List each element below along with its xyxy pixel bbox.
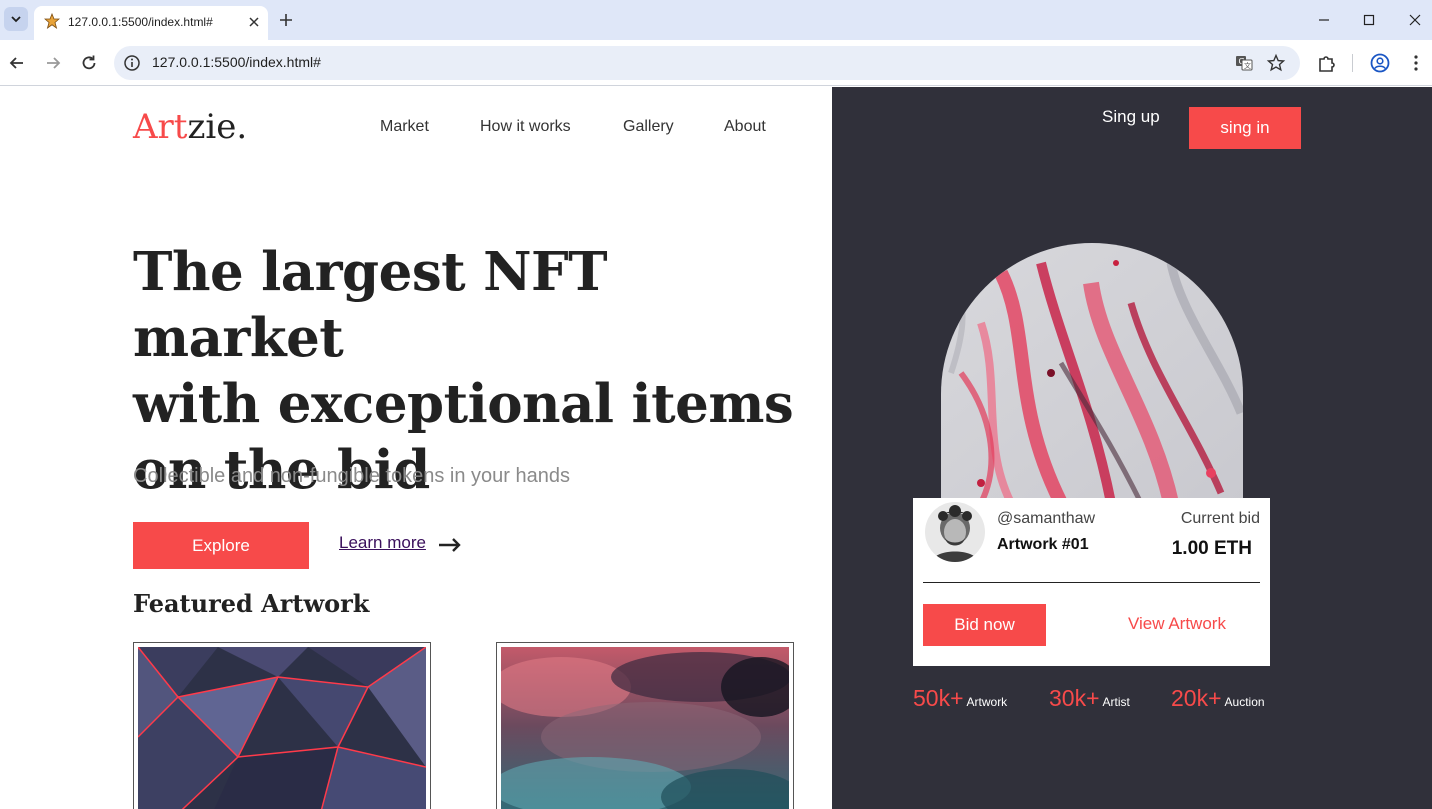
address-bar-row: 127.0.0.1:5500/index.html# G文: [0, 40, 1432, 86]
arrow-right-icon[interactable]: [437, 535, 463, 555]
hero-artwork-image: [941, 243, 1243, 503]
stat-label: Artwork: [966, 695, 1008, 709]
stat-label: Auction: [1224, 695, 1265, 709]
site-info-icon[interactable]: [122, 53, 142, 73]
bid-card-divider: [923, 582, 1260, 583]
bookmark-star-icon[interactable]: [1266, 53, 1286, 73]
hero-subtitle: Collectible and non-fungible tokens in y…: [133, 465, 570, 487]
bid-card-artwork-name: Artwork #01: [997, 536, 1089, 553]
toolbar-separator: [1352, 54, 1353, 72]
hero-title-line-1: The largest NFT market: [133, 241, 608, 369]
signin-button[interactable]: sing in: [1189, 107, 1301, 149]
left-section: Artzie. Market How it works Gallery Abou…: [0, 87, 832, 809]
translate-icon[interactable]: G文: [1234, 53, 1254, 73]
chevron-down-icon: [11, 16, 21, 23]
current-bid-value: 1.00 ETH: [1171, 538, 1252, 559]
stat-artist: 30k+ Artist: [1049, 685, 1130, 712]
plus-icon[interactable]: [277, 11, 295, 29]
site-logo[interactable]: Artzie.: [133, 107, 247, 147]
stat-artwork: 50k+ Artwork: [913, 685, 1007, 712]
featured-artwork-card[interactable]: [133, 642, 431, 809]
view-artwork-link[interactable]: View Artwork: [1128, 614, 1226, 634]
avatar: [925, 502, 985, 562]
back-icon[interactable]: [6, 52, 28, 74]
minimize-icon[interactable]: [1314, 10, 1334, 30]
hero-title-line-2: with exceptional items: [133, 373, 794, 435]
reload-icon[interactable]: [78, 52, 100, 74]
stat-value: 30k+: [1049, 685, 1100, 711]
current-bid-label: Current bid: [1180, 510, 1260, 527]
bid-card: @samanthaw Artwork #01 Current bid 1.00 …: [913, 498, 1270, 666]
explore-button[interactable]: Explore: [133, 522, 309, 569]
bid-now-button[interactable]: Bid now: [923, 604, 1046, 646]
profile-icon[interactable]: [1369, 52, 1391, 74]
nav-about[interactable]: About: [724, 118, 766, 136]
svg-text:文: 文: [1244, 61, 1251, 70]
bid-card-username: @samanthaw: [997, 510, 1096, 527]
maximize-icon[interactable]: [1359, 10, 1379, 30]
browser-tab-strip: 127.0.0.1:5500/index.html#: [0, 0, 1432, 40]
close-icon[interactable]: [246, 14, 262, 30]
nav-how-it-works[interactable]: How it works: [480, 118, 571, 136]
artwork-image-smoke: [501, 647, 789, 809]
tab-title: 127.0.0.1:5500/index.html#: [68, 15, 213, 29]
tab-search-button[interactable]: [4, 7, 28, 31]
star-favicon-icon: [44, 13, 60, 29]
stat-value: 20k+: [1171, 685, 1222, 711]
featured-artwork-title: Featured Artwork: [133, 589, 370, 618]
web-page: Artzie. Market How it works Gallery Abou…: [0, 87, 1432, 809]
stat-auction: 20k+ Auction: [1171, 685, 1265, 712]
extensions-icon[interactable]: [1316, 52, 1338, 74]
stat-value: 50k+: [913, 685, 964, 711]
featured-artwork-card[interactable]: [496, 642, 794, 809]
close-window-icon[interactable]: [1405, 10, 1425, 30]
learn-more-link[interactable]: Learn more: [339, 533, 426, 553]
browser-tab-active[interactable]: 127.0.0.1:5500/index.html#: [34, 6, 268, 40]
right-section: Sing up sing in @samanthaw Artwork #01 C…: [832, 87, 1432, 809]
logo-rest: zie.: [187, 107, 248, 147]
forward-icon[interactable]: [42, 52, 64, 74]
stat-label: Artist: [1102, 695, 1130, 709]
nav-gallery[interactable]: Gallery: [623, 118, 674, 136]
omnibox[interactable]: 127.0.0.1:5500/index.html# G文: [114, 46, 1300, 80]
signup-link[interactable]: Sing up: [1102, 107, 1160, 127]
logo-accent: Art: [133, 107, 188, 147]
kebab-menu-icon[interactable]: [1405, 52, 1427, 74]
hero-title: The largest NFT market with exceptional …: [133, 239, 823, 503]
url-text[interactable]: 127.0.0.1:5500/index.html#: [152, 54, 321, 70]
nav-market[interactable]: Market: [380, 118, 429, 136]
artwork-image-geometric: [138, 647, 426, 809]
